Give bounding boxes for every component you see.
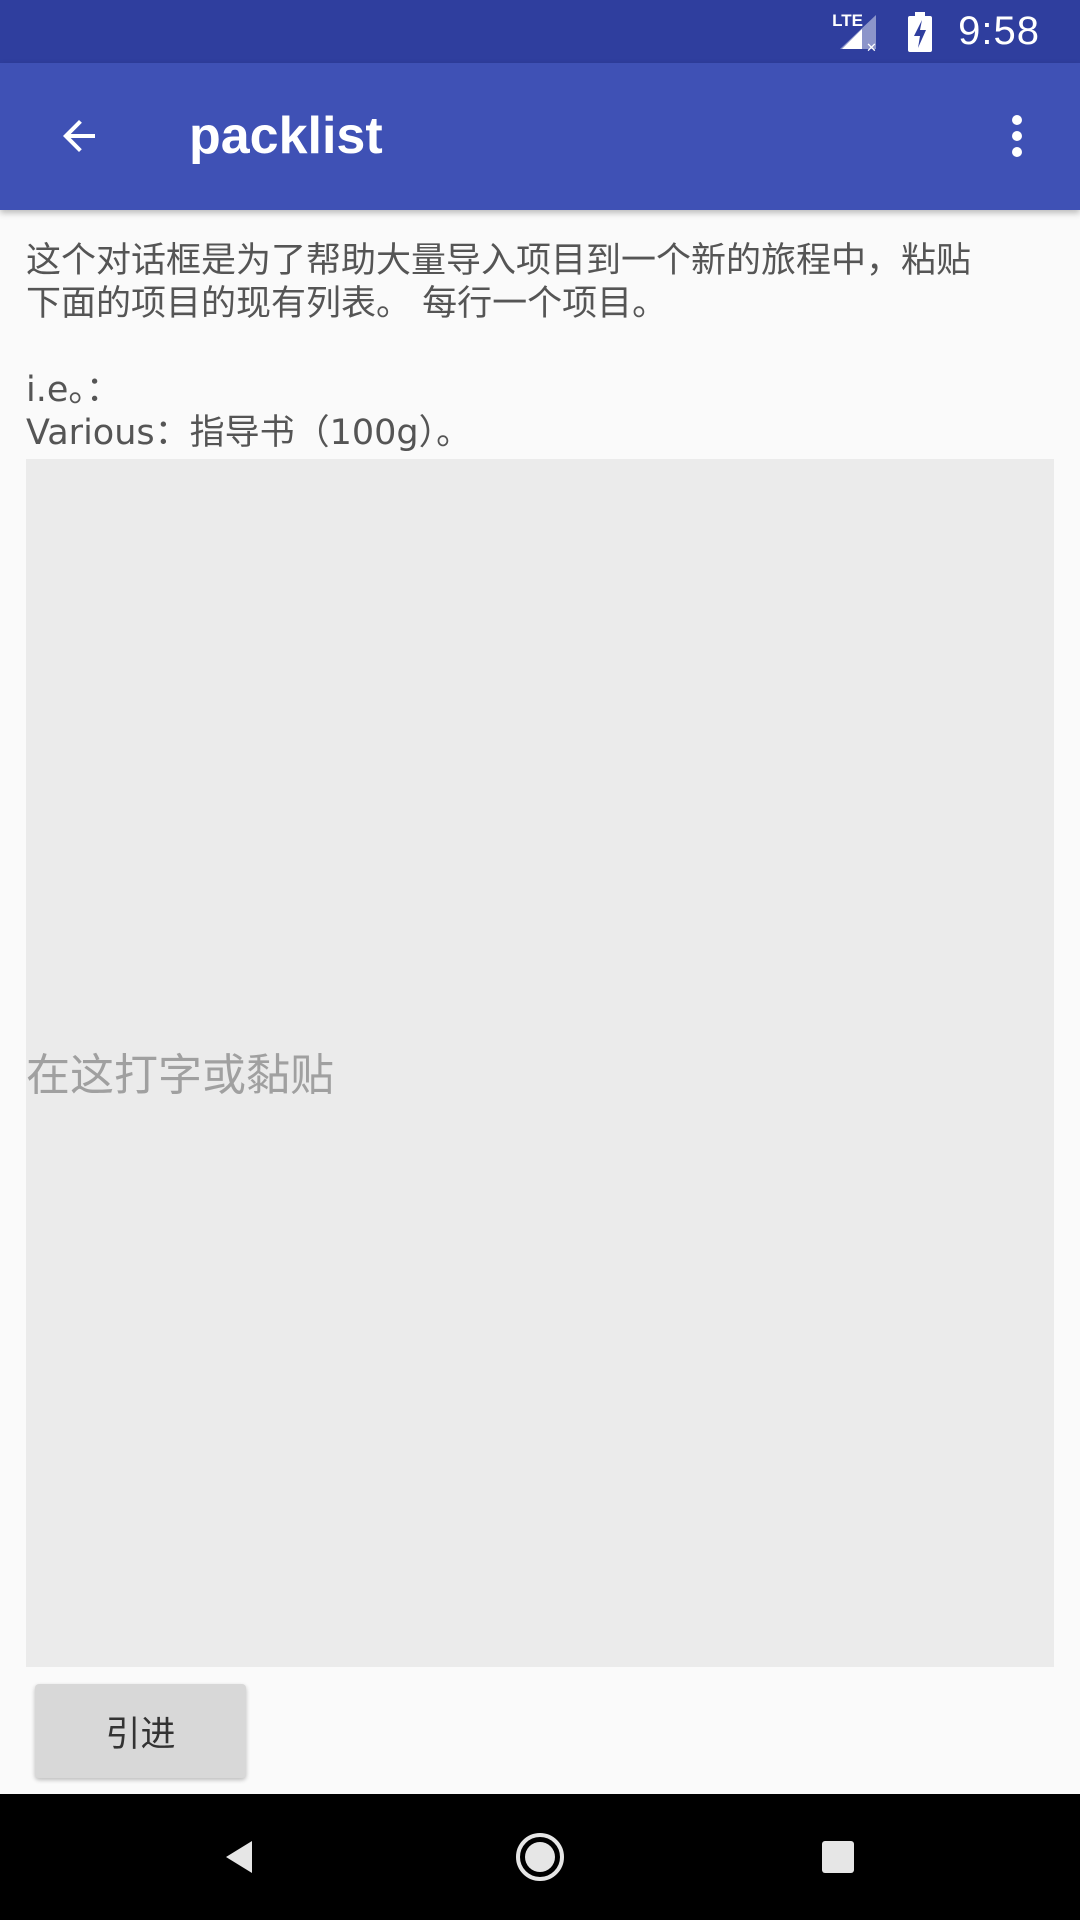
system-nav-bar: [0, 1794, 1080, 1920]
nav-back-icon: [226, 1841, 252, 1873]
svg-text:✕: ✕: [866, 41, 877, 53]
status-icons: LTE ✕ 9:58: [832, 0, 1040, 63]
back-button[interactable]: [30, 87, 128, 185]
arrow-back-icon: [63, 120, 95, 152]
battery-charging-icon: [908, 11, 933, 52]
nav-recents-icon: [822, 1841, 854, 1873]
nav-home-icon: [516, 1833, 564, 1881]
status-bar: LTE ✕ 9:58: [0, 0, 1080, 63]
nav-back-button[interactable]: [200, 1817, 280, 1897]
more-vert-icon: [1012, 115, 1022, 157]
app-bar: packlist: [0, 63, 1080, 210]
page-title: packlist: [189, 107, 383, 165]
import-instructions: 这个对话框是为了帮助大量导入项目到一个新的旅程中，粘贴 下面的项目的现有列表。 …: [26, 241, 972, 453]
overflow-menu-button[interactable]: [968, 87, 1066, 185]
main-content: 这个对话框是为了帮助大量导入项目到一个新的旅程中，粘贴 下面的项目的现有列表。 …: [26, 210, 1054, 455]
nav-home-button[interactable]: [500, 1817, 580, 1897]
lte-signal-icon: LTE ✕: [832, 11, 882, 53]
nav-recents-button[interactable]: [798, 1817, 878, 1897]
import-text-input[interactable]: [26, 459, 1054, 1667]
status-time: 9:58: [958, 9, 1040, 53]
import-button[interactable]: 引进: [35, 1684, 246, 1778]
